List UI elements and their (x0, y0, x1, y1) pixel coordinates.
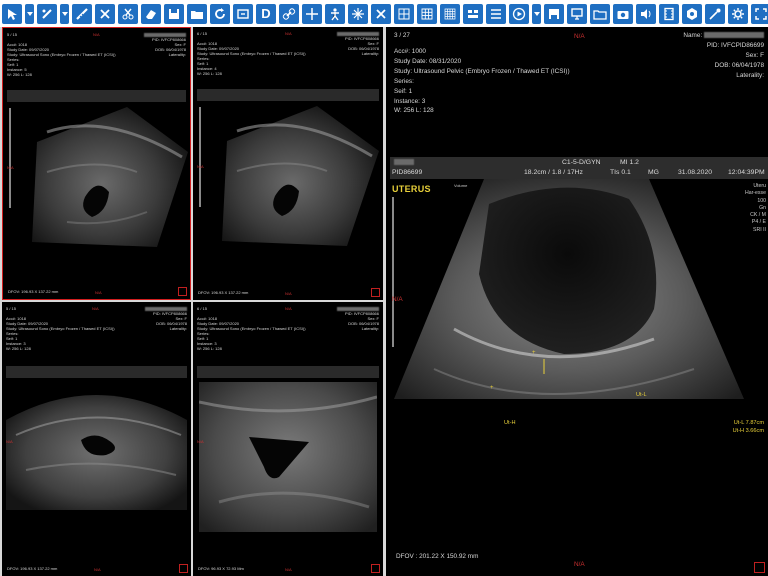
open-folder-icon[interactable] (187, 3, 207, 24)
dfov-readout: DFOV: 96.93 X 72.93 Mm (198, 566, 244, 571)
svg-text:+: + (532, 350, 536, 356)
viewport-corner-marker (371, 288, 380, 297)
ultrasound-image (6, 395, 187, 510)
save-icon[interactable] (164, 3, 184, 24)
main-toolbar: D (0, 0, 768, 27)
ultrasound-image (32, 107, 188, 247)
viewport-info-left: 3 / 27 Acc#: 1000 Study Date: 08/31/2020… (394, 32, 570, 115)
na-label-left: N/A (197, 439, 204, 444)
list-icon[interactable] (486, 3, 506, 24)
pointer-icon[interactable] (2, 3, 22, 24)
viewport-info-right: Name: PID: IVFCPID86699 Sex: F DOB: 06/0… (683, 32, 764, 79)
ultrasound-image: + + (394, 179, 744, 399)
play-icon[interactable] (509, 3, 529, 24)
export-icon[interactable] (233, 3, 253, 24)
redacted-name (144, 33, 186, 37)
ultrasound-header-strip (197, 89, 379, 101)
viewport-corner-marker (179, 564, 188, 573)
ultrasound-image (199, 382, 377, 532)
ultrasound-header-bar: C1-5-D/GYN MI 1.2 PID86699 18.2cm / 1.8 … (390, 157, 768, 179)
viewport-corner-marker (754, 562, 765, 573)
dfov-readout: DFOV: 196.93 X 137.22 mm (8, 289, 59, 294)
film-icon[interactable] (659, 3, 679, 24)
grid-dense-icon[interactable] (440, 3, 460, 24)
na-label-top: N/A (574, 33, 585, 40)
viewport-info-right: PID: IVFCP808666 Sex: F DOB: 06/04/1978 … (337, 31, 379, 56)
redacted-name (704, 32, 764, 39)
na-label-left: N/A (392, 296, 403, 303)
ultrasound-header-strip (7, 90, 186, 102)
camera-icon[interactable] (613, 3, 633, 24)
dfov-readout: DFOV : 201.22 X 150.92 mm (396, 553, 479, 561)
viewport-info-left: 6 / 15 Acc#: 1018 Study Date: 09/07/2020… (197, 31, 306, 76)
image-viewer: 5 / 15 Acc#: 1018 Study Date: 09/07/2020… (0, 27, 768, 576)
viewport-3[interactable]: 5 / 15 Acc#: 1018 Study Date: 09/07/2020… (2, 302, 191, 576)
folder-icon[interactable] (590, 3, 610, 24)
ruler-icon[interactable] (72, 3, 92, 24)
pointer-dropdown-button[interactable] (25, 3, 34, 24)
ultrasound-header-strip (197, 366, 379, 378)
viewport-1[interactable]: 5 / 15 Acc#: 1018 Study Date: 09/07/2020… (2, 27, 191, 300)
ultrasound-side-info: Uteru Har-esse 100 Gn CK / M P4 / E SRI … (744, 183, 766, 233)
eyedropper-icon[interactable] (705, 3, 725, 24)
viewport-info-right: PID: IVFCP808666 Sex: F DOB: 06/04/1978 … (144, 32, 186, 57)
na-label-top: N/A (285, 306, 292, 311)
window-level-icon[interactable] (37, 3, 57, 24)
na-label-top: N/A (285, 31, 292, 36)
disk-icon[interactable] (544, 3, 564, 24)
na-label-bottom: N/A (94, 567, 101, 572)
viewport-2[interactable]: 6 / 15 Acc#: 1018 Study Date: 09/07/2020… (193, 27, 383, 300)
d-text-icon[interactable]: D (256, 3, 276, 24)
redacted-name (337, 307, 379, 311)
dfov-readout: DFOV: 196.93 X 137.22 mm (198, 290, 249, 295)
ultrasound-header-strip (6, 366, 187, 378)
na-label-bottom: N/A (285, 291, 292, 296)
viewport-info-right: PID: IVFCP808666 Sex: F DOB: 06/04/1978 … (145, 306, 187, 331)
viewport-info-left: 5 / 15 Acc#: 1018 Study Date: 09/07/2020… (7, 32, 116, 77)
tool-dropdown-button[interactable] (60, 3, 69, 24)
na-label-bottom: N/A (285, 567, 292, 572)
na-label-left: N/A (197, 164, 204, 169)
crosshair-icon[interactable] (302, 3, 322, 24)
na-label-bottom: N/A (574, 561, 585, 569)
measurement-readout: Ut-L 7.87cm Ut-H 3.66cm (732, 420, 764, 435)
grid-3x3-icon[interactable] (417, 3, 437, 24)
viewport-corner-marker (371, 564, 380, 573)
viewport-corner-marker (178, 287, 187, 296)
redacted-name (145, 307, 187, 311)
volume-icon[interactable] (636, 3, 656, 24)
main-viewport[interactable]: 3 / 27 Acc#: 1000 Study Date: 08/31/2020… (386, 27, 768, 576)
grid-layout-icon[interactable] (394, 3, 414, 24)
na-label-top: N/A (93, 32, 100, 37)
na-label-left: N/A (6, 439, 13, 444)
settings-icon[interactable] (682, 3, 702, 24)
cut-icon[interactable] (95, 3, 115, 24)
dfov-readout: DFOV: 196.93 X 137.22 mm (7, 566, 58, 571)
viewport-info-left: 6 / 15 Acc#: 1018 Study Date: 09/07/2020… (197, 306, 306, 351)
fullscreen-icon[interactable] (751, 3, 768, 24)
close-icon[interactable] (371, 3, 391, 24)
na-label-top: N/A (92, 306, 99, 311)
link-icon[interactable] (279, 3, 299, 24)
viewport-info-left: 5 / 15 Acc#: 1018 Study Date: 09/07/2020… (6, 306, 115, 351)
person-icon[interactable] (325, 3, 345, 24)
svg-text:+: + (490, 385, 494, 391)
refresh-icon[interactable] (210, 3, 230, 24)
caliper-label-h: Ut-H (504, 420, 516, 426)
viewport-4[interactable]: 6 / 15 Acc#: 1018 Study Date: 09/07/2020… (193, 302, 383, 576)
caliper-label-l: Ut-L (636, 392, 647, 398)
grid-small-icon[interactable] (463, 3, 483, 24)
na-label-left: N/A (7, 165, 14, 170)
gear-icon[interactable] (728, 3, 748, 24)
monitor-icon[interactable] (567, 3, 587, 24)
viewport-info-right: PID: IVFCP808666 Sex: F DOB: 06/04/1978 … (337, 306, 379, 331)
redacted-name (337, 32, 379, 36)
scissors-icon[interactable] (118, 3, 138, 24)
play-dropdown-button[interactable] (532, 3, 541, 24)
na-label-bottom: N/A (95, 290, 102, 295)
eraser-icon[interactable] (141, 3, 161, 24)
ultrasound-image (222, 106, 379, 246)
star-icon[interactable] (348, 3, 368, 24)
